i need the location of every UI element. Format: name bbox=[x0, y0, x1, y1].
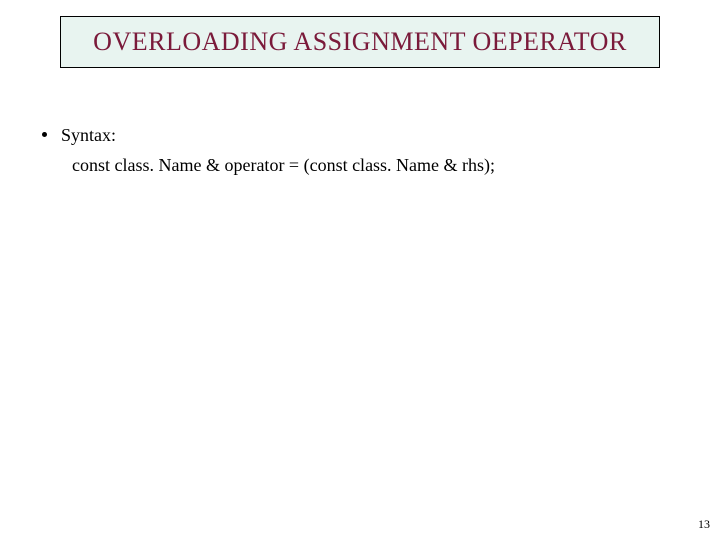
page-number: 13 bbox=[698, 517, 710, 532]
slide: OVERLOADING ASSIGNMENT OEPERATOR Syntax:… bbox=[0, 0, 720, 540]
syntax-text: const class. Name & operator = (const cl… bbox=[72, 152, 662, 180]
bullet-icon bbox=[42, 132, 47, 137]
slide-title: OVERLOADING ASSIGNMENT OEPERATOR bbox=[93, 27, 627, 57]
bullet-label: Syntax: bbox=[61, 122, 116, 150]
title-box: OVERLOADING ASSIGNMENT OEPERATOR bbox=[60, 16, 660, 68]
slide-body: Syntax: const class. Name & operator = (… bbox=[42, 122, 662, 180]
bullet-item: Syntax: bbox=[42, 122, 662, 150]
